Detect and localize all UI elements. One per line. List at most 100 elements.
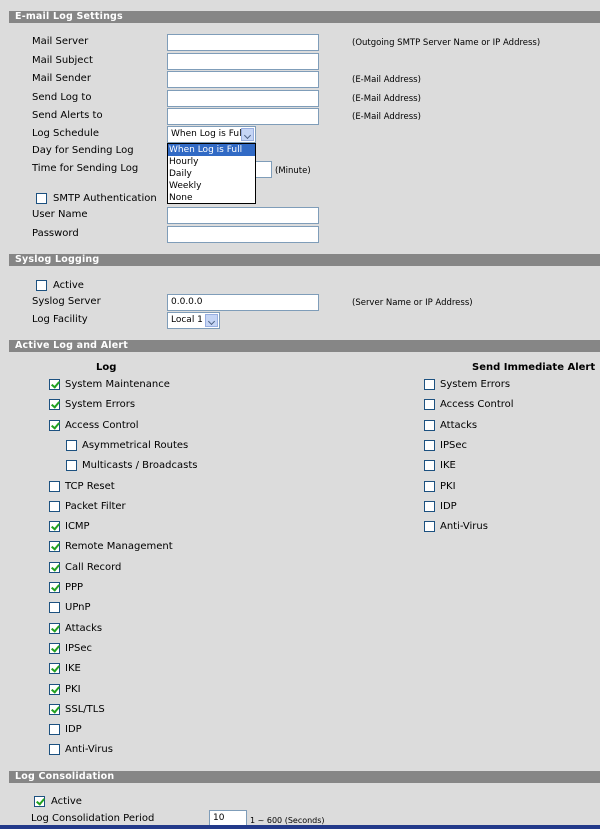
syslog-server-label: Syslog Server [32,296,101,307]
log-facility-select[interactable]: Local 1 [167,312,220,329]
send-log-to-hint: (E-Mail Address) [352,94,421,104]
syslog-active-label: Active [53,280,84,291]
alert-checkbox[interactable] [424,420,435,431]
log-checkbox[interactable] [49,501,60,512]
log-checkbox[interactable] [49,541,60,552]
alert-item-label: Anti-Virus [440,521,488,532]
consolidation-active-label: Active [51,796,82,807]
log-column-header: Log [96,362,117,373]
syslog-server-input[interactable]: 0.0.0.0 [167,294,319,311]
alert-checkbox[interactable] [424,501,435,512]
log-item-label: Anti-Virus [65,744,113,755]
mail-sender-input[interactable] [167,71,319,88]
alert-checkbox[interactable] [424,399,435,410]
minute-hint: (Minute) [275,166,311,176]
log-checkbox[interactable] [49,399,60,410]
log-item-label: PKI [65,684,81,695]
chevron-down-icon[interactable] [241,128,254,141]
mail-subject-label: Mail Subject [32,55,93,66]
mail-sender-hint: (E-Mail Address) [352,75,421,85]
log-checkbox[interactable] [66,460,77,471]
log-checkbox[interactable] [49,704,60,715]
section-header-email-log: E-mail Log Settings [9,11,600,23]
log-item-label: ICMP [65,521,90,532]
dropdown-option[interactable]: None [168,192,255,204]
log-schedule-dropdown-list: When Log is Full Hourly Daily Weekly Non… [167,143,256,204]
user-name-input[interactable] [167,207,319,224]
log-item-label: PPP [65,582,84,593]
log-checkbox[interactable] [49,744,60,755]
log-checkbox[interactable] [49,602,60,613]
log-checkbox[interactable] [49,562,60,573]
log-item-label: IDP [65,724,82,735]
log-checkbox[interactable] [49,643,60,654]
log-item-label: System Errors [65,399,136,410]
alert-checkbox[interactable] [424,379,435,390]
dropdown-option[interactable]: Hourly [168,156,255,168]
mail-subject-input[interactable] [167,53,319,70]
alert-checkbox[interactable] [424,521,435,532]
dropdown-option[interactable]: Weekly [168,180,255,192]
chevron-down-icon[interactable] [205,314,218,327]
log-checkbox[interactable] [49,379,60,390]
section-header-active-log: Active Log and Alert [9,340,600,352]
send-alerts-to-input[interactable] [167,108,319,125]
mail-server-input[interactable] [167,34,319,51]
log-item-label: Call Record [65,562,122,573]
alert-item-label: Attacks [440,420,478,431]
log-checkbox[interactable] [49,420,60,431]
alert-item-label: IKE [440,460,456,471]
log-item-label: Remote Management [65,541,173,552]
log-checkbox[interactable] [49,623,60,634]
log-facility-label: Log Facility [32,314,88,325]
consolidation-period-input[interactable]: 10 [209,810,247,826]
send-log-to-label: Send Log to [32,92,92,103]
syslog-server-hint: (Server Name or IP Address) [352,298,473,308]
log-item-label: System Maintenance [65,379,170,390]
consolidation-active-checkbox[interactable] [34,796,45,807]
smtp-auth-checkbox[interactable] [36,193,47,204]
mail-sender-label: Mail Sender [32,73,91,84]
consolidation-period-label: Log Consolidation Period [31,813,155,824]
send-alerts-to-label: Send Alerts to [32,110,103,121]
log-checkbox[interactable] [49,582,60,593]
user-name-label: User Name [32,209,88,220]
send-alerts-to-hint: (E-Mail Address) [352,112,421,122]
alert-checkbox[interactable] [424,440,435,451]
alert-item-label: Access Control [440,399,514,410]
log-checkbox[interactable] [49,481,60,492]
alert-column-header: Send Immediate Alert [472,362,596,373]
bottom-bar [0,825,600,829]
log-schedule-label: Log Schedule [32,128,99,139]
alert-item-label: PKI [440,481,456,492]
section-header-syslog: Syslog Logging [9,254,600,266]
log-item-label: IPSec [65,643,92,654]
syslog-active-checkbox[interactable] [36,280,47,291]
log-checkbox[interactable] [49,684,60,695]
log-checkbox[interactable] [66,440,77,451]
password-input[interactable] [167,226,319,243]
log-item-label: SSL/TLS [65,704,105,715]
log-facility-value: Local 1 [171,315,203,325]
alert-checkbox[interactable] [424,460,435,471]
dropdown-option[interactable]: When Log is Full [168,144,255,156]
day-for-sending-label: Day for Sending Log [32,145,134,156]
log-item-label: TCP Reset [65,481,115,492]
mail-server-label: Mail Server [32,36,89,47]
alert-checkbox[interactable] [424,481,435,492]
dropdown-option[interactable]: Daily [168,168,255,180]
send-log-to-input[interactable] [167,90,319,107]
log-schedule-select[interactable]: When Log is Full [167,126,256,143]
log-checkbox[interactable] [49,663,60,674]
mail-server-hint: (Outgoing SMTP Server Name or IP Address… [352,38,541,48]
time-for-sending-label: Time for Sending Log [32,163,139,174]
smtp-auth-label: SMTP Authentication [53,193,157,204]
alert-item-label: System Errors [440,379,511,390]
alert-item-label: IDP [440,501,457,512]
log-item-label: Multicasts / Broadcasts [82,460,198,471]
log-item-label: IKE [65,663,81,674]
log-item-label: Access Control [65,420,139,431]
log-checkbox[interactable] [49,724,60,735]
log-checkbox[interactable] [49,521,60,532]
log-item-label: Attacks [65,623,103,634]
